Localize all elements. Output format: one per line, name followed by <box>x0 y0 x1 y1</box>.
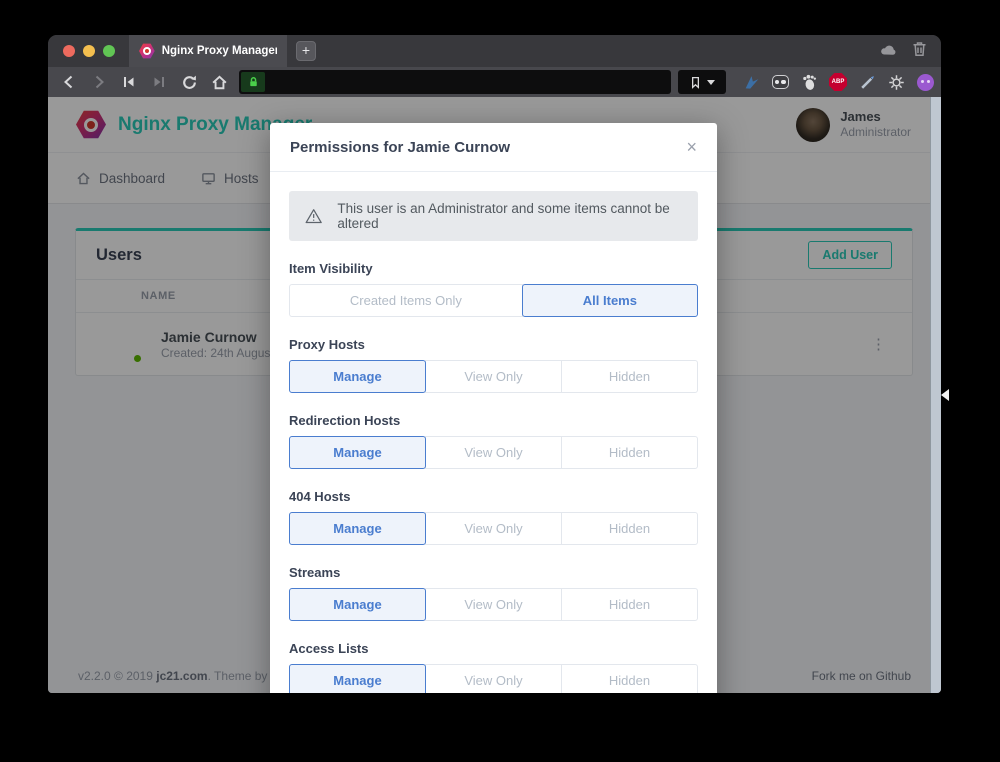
zoom-window-button[interactable] <box>103 45 115 57</box>
404-hosts-manage-button[interactable]: Manage <box>289 512 426 545</box>
proxy-hosts-manage-button[interactable]: Manage <box>289 360 426 393</box>
bird-extension-icon[interactable] <box>742 73 760 91</box>
close-window-button[interactable] <box>63 45 75 57</box>
redirection-hosts-toggle-group: Manage View Only Hidden <box>289 436 698 469</box>
streams-view-only-button[interactable]: View Only <box>425 588 562 621</box>
streams-hidden-button[interactable]: Hidden <box>561 588 698 621</box>
proxy-hosts-toggle-group: Manage View Only Hidden <box>289 360 698 393</box>
home-button[interactable] <box>206 70 232 94</box>
close-icon[interactable]: × <box>686 138 697 156</box>
proxy-hosts-view-only-button[interactable]: View Only <box>425 360 562 393</box>
streams-section: Streams Manage View Only Hidden <box>289 565 698 621</box>
desktop: Nginx Proxy Manager + <box>0 0 1000 762</box>
chevron-down-icon <box>707 80 715 85</box>
access-lists-section: Access Lists Manage View Only Hidden <box>289 641 698 693</box>
bookmarks-menu[interactable] <box>678 70 726 94</box>
adblock-plus-icon[interactable]: ABP <box>829 73 847 91</box>
access-lists-view-only-button[interactable]: View Only <box>425 664 562 693</box>
access-lists-toggle-group: Manage View Only Hidden <box>289 664 698 693</box>
redirection-hosts-manage-button[interactable]: Manage <box>289 436 426 469</box>
stylus-extension-icon[interactable] <box>858 73 876 91</box>
all-items-button[interactable]: All Items <box>522 284 698 317</box>
redirection-hosts-section: Redirection Hosts Manage View Only Hidde… <box>289 413 698 469</box>
favicon-icon <box>139 43 155 59</box>
cloud-sync-icon[interactable] <box>880 42 898 61</box>
back-button[interactable] <box>56 70 82 94</box>
gnome-foot-extension-icon[interactable] <box>800 73 818 91</box>
redirection-hosts-view-only-button[interactable]: View Only <box>425 436 562 469</box>
purple-extension-icon[interactable] <box>916 73 934 91</box>
proxy-hosts-hidden-button[interactable]: Hidden <box>561 360 698 393</box>
minimize-window-button[interactable] <box>83 45 95 57</box>
item-visibility-section: Item Visibility Created Items Only All I… <box>289 261 698 317</box>
access-lists-hidden-button[interactable]: Hidden <box>561 664 698 693</box>
admin-warning-alert: This user is an Administrator and some i… <box>289 191 698 241</box>
404-hosts-view-only-button[interactable]: View Only <box>425 512 562 545</box>
address-bar[interactable] <box>239 70 671 94</box>
browser-tab[interactable]: Nginx Proxy Manager <box>129 35 287 67</box>
skip-forward-button[interactable] <box>146 70 172 94</box>
permissions-modal: Permissions for Jamie Curnow × This user… <box>270 123 717 693</box>
browser-tab-bar: Nginx Proxy Manager + <box>48 35 941 67</box>
bookmark-flag-icon <box>689 75 702 90</box>
tab-title: Nginx Proxy Manager <box>162 45 277 57</box>
browser-window: Nginx Proxy Manager + <box>48 35 941 693</box>
modal-title: Permissions for Jamie Curnow <box>290 139 510 156</box>
404-hosts-hidden-button[interactable]: Hidden <box>561 512 698 545</box>
new-tab-button[interactable]: + <box>296 41 316 61</box>
access-lists-manage-button[interactable]: Manage <box>289 664 426 693</box>
sidebar-reveal-arrow[interactable] <box>941 389 949 401</box>
proxy-hosts-section: Proxy Hosts Manage View Only Hidden <box>289 337 698 393</box>
goggles-extension-icon[interactable] <box>771 73 789 91</box>
browser-toolbar: ABP <box>48 67 941 97</box>
created-items-only-button[interactable]: Created Items Only <box>289 284 523 317</box>
alert-text: This user is an Administrator and some i… <box>337 201 682 231</box>
visibility-toggle-group: Created Items Only All Items <box>289 284 698 317</box>
warning-triangle-icon <box>305 207 322 225</box>
window-controls <box>48 35 129 67</box>
streams-manage-button[interactable]: Manage <box>289 588 426 621</box>
skip-back-button[interactable] <box>116 70 142 94</box>
secure-lock-icon[interactable] <box>241 72 265 92</box>
page-viewport: Nginx Proxy Manager James Administrator … <box>48 97 941 693</box>
404-hosts-section: 404 Hosts Manage View Only Hidden <box>289 489 698 545</box>
item-visibility-label: Item Visibility <box>289 261 698 276</box>
trash-icon[interactable] <box>912 41 927 62</box>
streams-toggle-group: Manage View Only Hidden <box>289 588 698 621</box>
reload-button[interactable] <box>176 70 202 94</box>
page-scrollbar[interactable] <box>930 97 941 693</box>
gear-extension-icon[interactable] <box>887 73 905 91</box>
forward-button[interactable] <box>86 70 112 94</box>
redirection-hosts-hidden-button[interactable]: Hidden <box>561 436 698 469</box>
extension-icons: ABP <box>736 73 941 91</box>
404-hosts-toggle-group: Manage View Only Hidden <box>289 512 698 545</box>
